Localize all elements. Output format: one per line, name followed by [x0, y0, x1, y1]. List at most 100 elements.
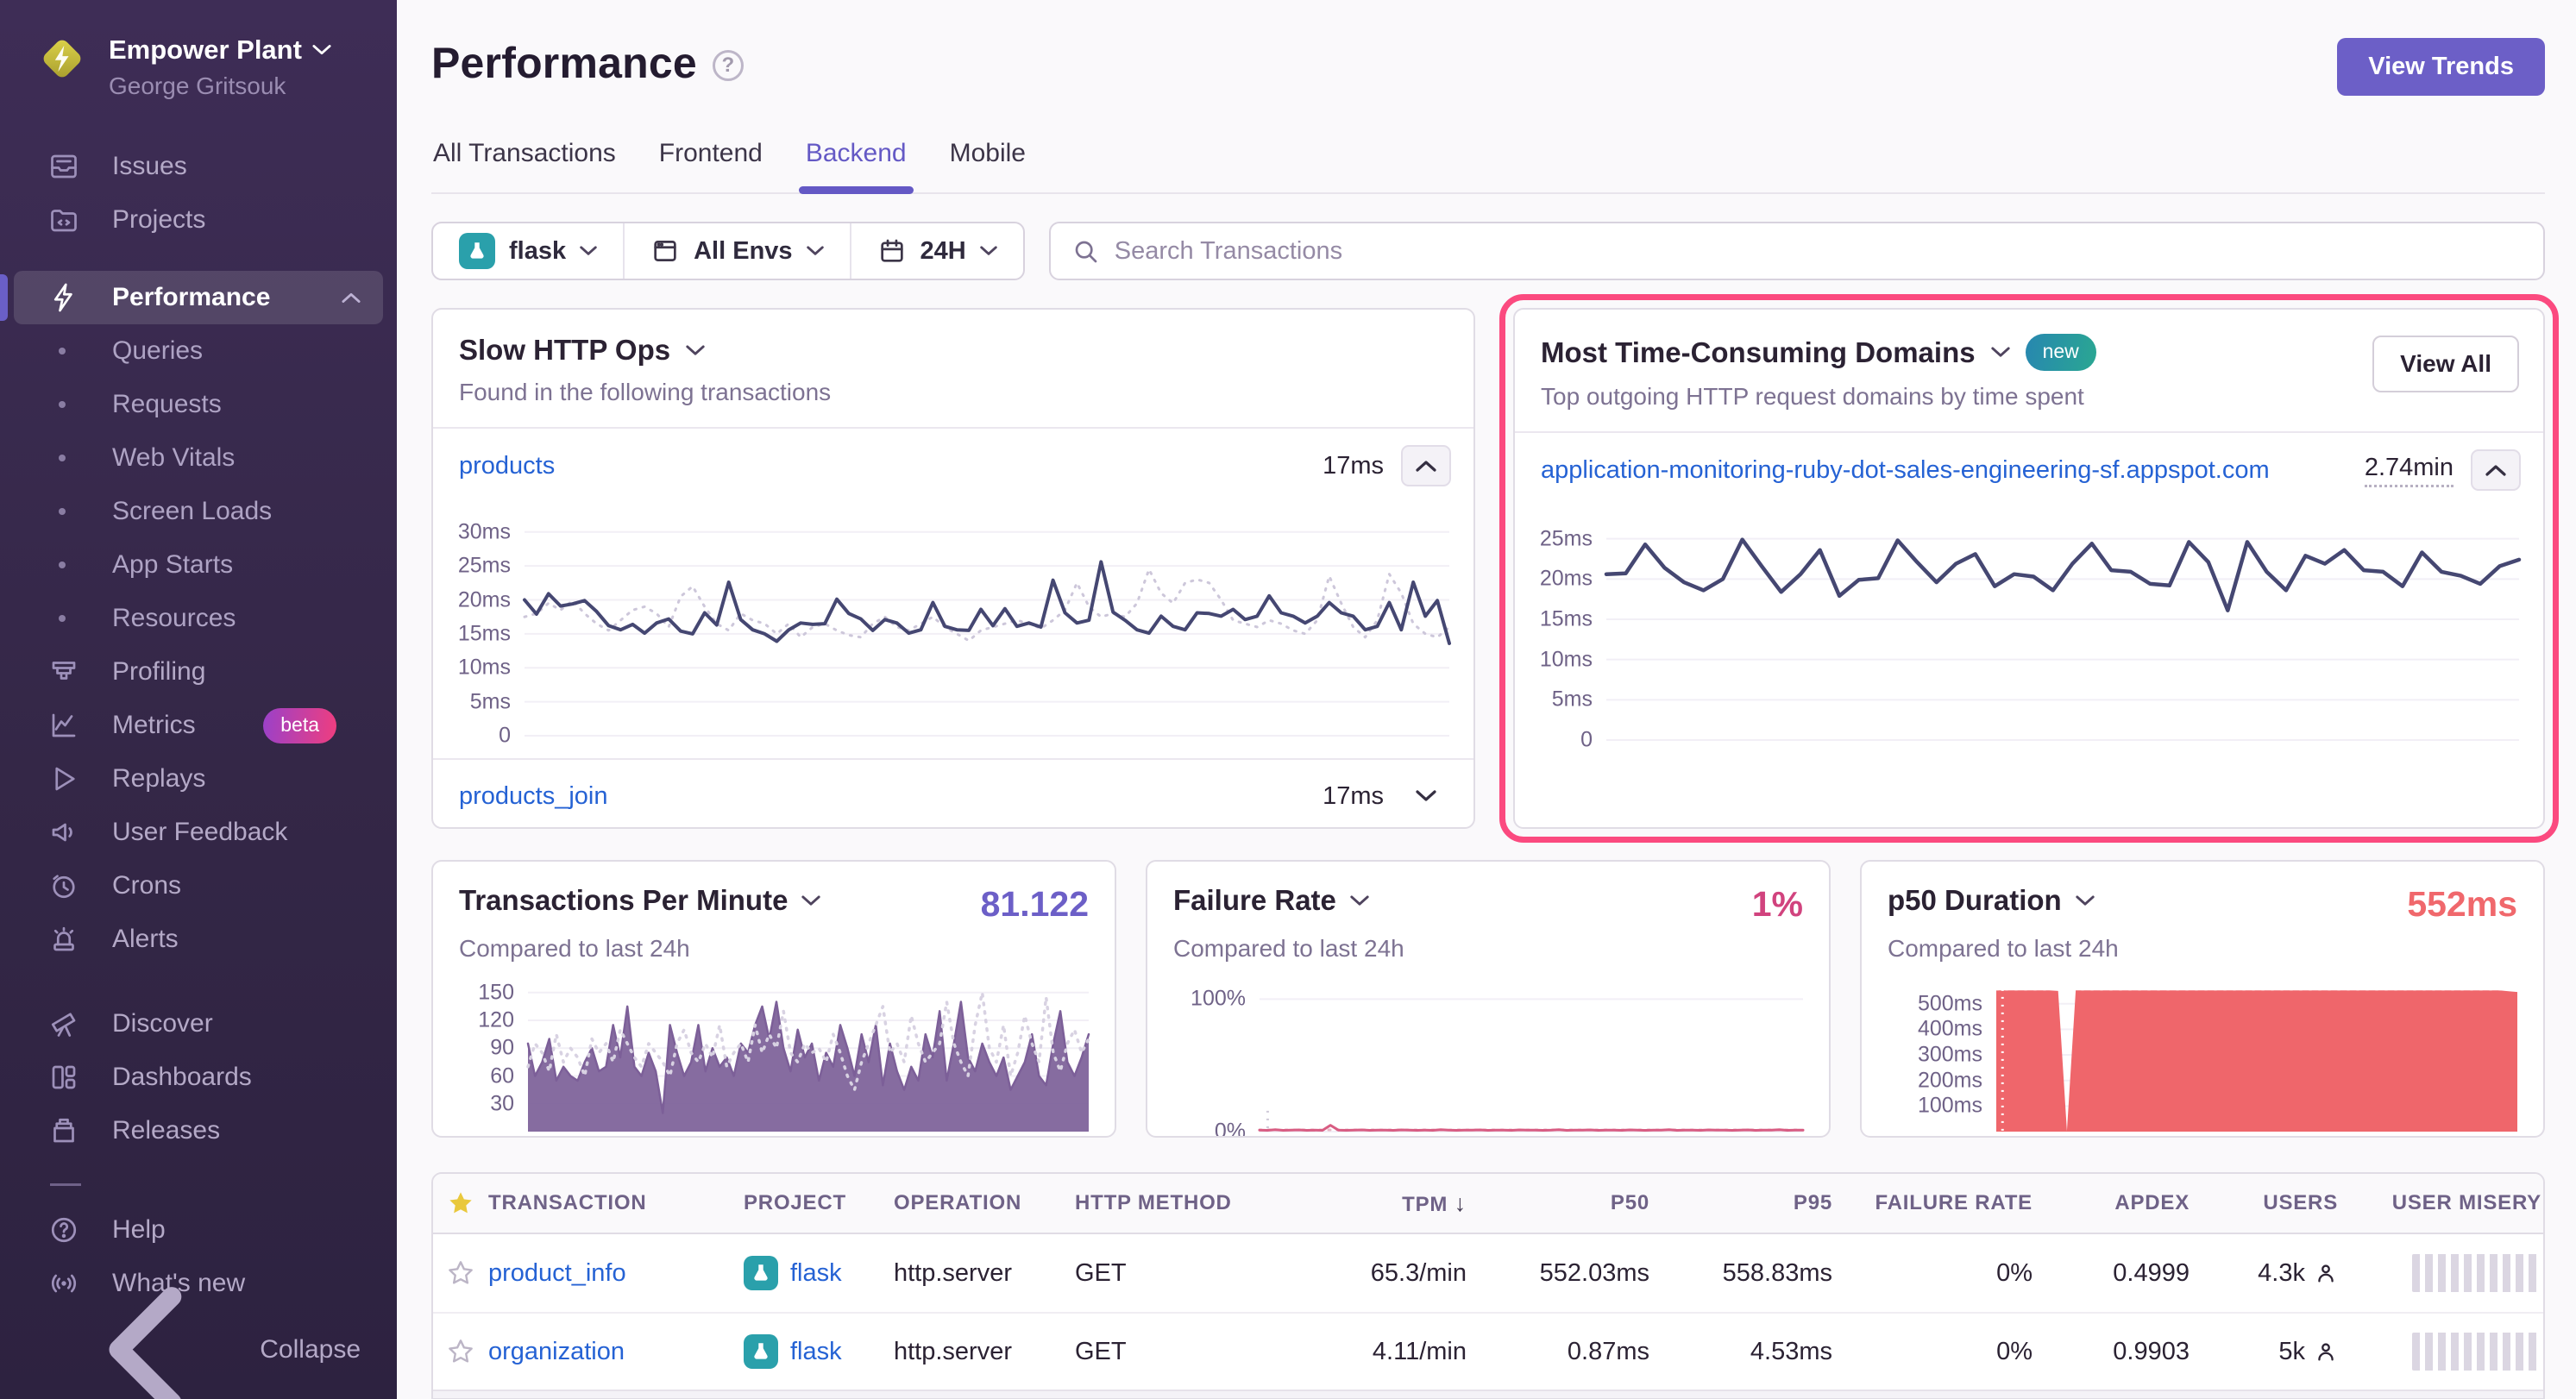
- domain-link[interactable]: application-monitoring-ruby-dot-sales-en…: [1541, 456, 2270, 485]
- sidebar-item-performance[interactable]: Performance: [14, 271, 383, 324]
- star-toggle[interactable]: [433, 1259, 488, 1287]
- sidebar-item-metrics[interactable]: Metrics beta: [14, 699, 383, 752]
- col-header-failure-rate[interactable]: Failure Rate: [1838, 1191, 2038, 1215]
- sidebar-item-queries[interactable]: Queries: [14, 324, 383, 378]
- help-tooltip-icon[interactable]: ?: [713, 50, 744, 81]
- apdex-cell: 0.4999: [2038, 1259, 2195, 1288]
- bullet-icon: [59, 561, 66, 568]
- main-content: Performance ? View Trends All Transactio…: [397, 0, 2576, 1399]
- lightning-icon: [48, 282, 79, 313]
- nav-section-gap: [0, 966, 397, 997]
- sidebar-item-replays[interactable]: Replays: [14, 752, 383, 806]
- slow-http-ops-card: Slow HTTP Ops Found in the following tra…: [431, 308, 1475, 829]
- sidebar-item-discover[interactable]: Discover: [14, 997, 383, 1051]
- sidebar-item-alerts[interactable]: Alerts: [14, 913, 383, 966]
- issues-icon: [48, 151, 79, 182]
- help-icon: [48, 1214, 79, 1245]
- clock-icon: [48, 870, 79, 901]
- duration-value: 17ms: [1323, 782, 1384, 811]
- tab-frontend[interactable]: Frontend: [659, 139, 763, 192]
- sidebar-item-app-starts[interactable]: App Starts: [14, 538, 383, 592]
- col-header-transaction[interactable]: Transaction: [488, 1191, 744, 1215]
- collapse-row-button[interactable]: [2471, 449, 2521, 491]
- sidebar-item-releases[interactable]: Releases: [14, 1104, 383, 1157]
- sidebar-collapse-button[interactable]: Collapse: [14, 1323, 383, 1377]
- col-header-tpm[interactable]: TPM ↓: [1272, 1190, 1472, 1217]
- flask-project-icon: [744, 1256, 778, 1290]
- col-header-users[interactable]: Users: [2195, 1191, 2343, 1215]
- chevron-up-icon: [1416, 460, 1436, 472]
- transaction-link[interactable]: organization: [488, 1338, 744, 1366]
- tab-backend[interactable]: Backend: [806, 139, 907, 192]
- star-toggle[interactable]: [433, 1338, 488, 1365]
- users-cell: 4.3k: [2195, 1259, 2343, 1288]
- sidebar-item-label: Projects: [112, 205, 205, 235]
- metric-value: 552ms: [2407, 884, 2517, 925]
- bullet-icon: [59, 401, 66, 408]
- transaction-link[interactable]: products_join: [459, 782, 608, 811]
- col-header-user-misery[interactable]: User Misery: [2343, 1191, 2545, 1215]
- widget-title[interactable]: Transactions Per Minute: [459, 884, 788, 917]
- metrics-icon: [48, 710, 79, 741]
- sidebar-item-profiling[interactable]: Profiling: [14, 645, 383, 699]
- collapse-row-button[interactable]: [1401, 445, 1451, 486]
- flask-project-icon: [744, 1334, 778, 1369]
- widgets-row: Slow HTTP Ops Found in the following tra…: [431, 308, 2545, 829]
- sidebar: Empower Plant George Gritsouk Issues Pro…: [0, 0, 397, 1399]
- chevron-down-icon[interactable]: [801, 895, 820, 907]
- transaction-link[interactable]: products: [459, 452, 555, 480]
- chevron-down-icon[interactable]: [686, 345, 705, 356]
- project-cell[interactable]: flask: [744, 1334, 894, 1369]
- tpm-cell: 4.11/min: [1272, 1338, 1472, 1366]
- table-row: organization flask http.server GET 4.11/…: [433, 1312, 2543, 1390]
- widget-title[interactable]: Most Time-Consuming Domains: [1541, 336, 1976, 369]
- col-header-operation[interactable]: Operation: [894, 1191, 1075, 1215]
- sidebar-item-screen-loads[interactable]: Screen Loads: [14, 485, 383, 538]
- view-trends-button[interactable]: View Trends: [2337, 38, 2545, 96]
- sidebar-item-projects[interactable]: Projects: [14, 193, 383, 247]
- search-input[interactable]: [1115, 237, 2523, 266]
- star-outline-icon: [447, 1259, 474, 1287]
- page-header: Performance ? View Trends: [431, 38, 2545, 96]
- expand-row-button[interactable]: [1401, 775, 1451, 817]
- org-switcher[interactable]: Empower Plant George Gritsouk: [0, 0, 397, 100]
- tab-mobile[interactable]: Mobile: [950, 139, 1026, 192]
- user-icon: [2314, 1261, 2338, 1285]
- sidebar-item-resources[interactable]: Resources: [14, 592, 383, 645]
- sidebar-item-requests[interactable]: Requests: [14, 378, 383, 431]
- view-all-button[interactable]: View All: [2372, 336, 2519, 392]
- sidebar-item-issues[interactable]: Issues: [14, 140, 383, 193]
- transaction-row-products: products 17ms: [433, 429, 1473, 503]
- sidebar-item-dashboards[interactable]: Dashboards: [14, 1051, 383, 1104]
- sidebar-divider: [50, 1183, 81, 1186]
- time-range-dropdown[interactable]: 24H: [850, 223, 1023, 279]
- bullet-icon: [59, 348, 66, 354]
- widget-title[interactable]: Slow HTTP Ops: [459, 334, 670, 367]
- col-header-apdex[interactable]: Apdex: [2038, 1191, 2195, 1215]
- widget-title[interactable]: Failure Rate: [1173, 884, 1336, 917]
- col-header-http-method[interactable]: HTTP Method: [1075, 1191, 1272, 1215]
- chevron-down-icon[interactable]: [1991, 347, 2010, 358]
- failure-rate-card: Failure Rate 1% Compared to last 24h 0%1…: [1146, 860, 1831, 1138]
- tab-all-transactions[interactable]: All Transactions: [433, 139, 616, 192]
- widget-title[interactable]: p50 Duration: [1888, 884, 2062, 917]
- col-header-p50[interactable]: P50: [1472, 1191, 1655, 1215]
- starred-column-header[interactable]: [433, 1189, 488, 1217]
- col-header-project[interactable]: Project: [744, 1191, 894, 1215]
- chevron-down-icon[interactable]: [1350, 895, 1369, 907]
- org-name: Empower Plant: [109, 35, 302, 66]
- col-header-p95[interactable]: P95: [1655, 1191, 1838, 1215]
- project-filter-dropdown[interactable]: flask: [433, 223, 623, 279]
- environment-filter-dropdown[interactable]: All Envs: [623, 223, 849, 279]
- sidebar-item-user-feedback[interactable]: User Feedback: [14, 806, 383, 859]
- sidebar-item-web-vitals[interactable]: Web Vitals: [14, 431, 383, 485]
- chevron-down-icon[interactable]: [2076, 895, 2095, 907]
- transaction-link[interactable]: product_info: [488, 1259, 744, 1288]
- chevron-down-icon: [980, 246, 997, 256]
- project-cell[interactable]: flask: [744, 1256, 894, 1290]
- sidebar-item-crons[interactable]: Crons: [14, 859, 383, 913]
- time-spent-value[interactable]: 2.74min: [2365, 454, 2453, 487]
- sidebar-nav: Issues Projects Performance Queries Requ…: [0, 140, 397, 1310]
- duration-value: 17ms: [1323, 452, 1384, 480]
- page-filter-control: flask All Envs 24H: [431, 222, 1025, 280]
